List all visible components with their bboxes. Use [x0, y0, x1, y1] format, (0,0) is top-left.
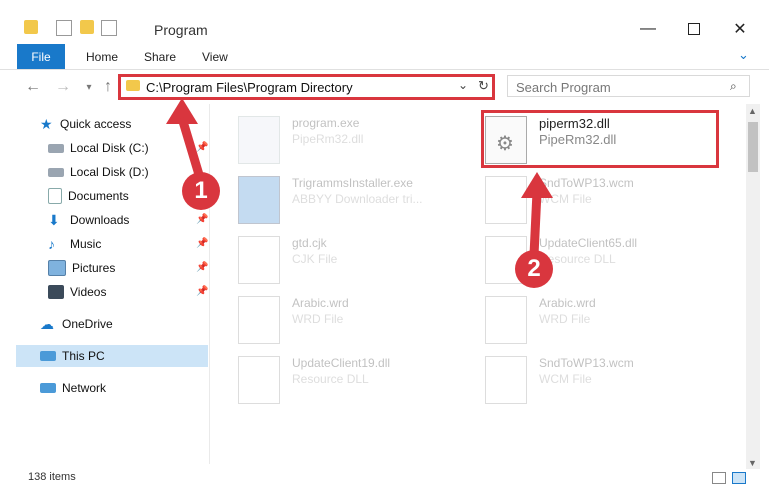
- arrow-1-shaft: [177, 116, 205, 180]
- annotation-arrows: [166, 98, 553, 256]
- step-1-badge: 1: [182, 172, 220, 210]
- arrow-2-shaft: [529, 191, 542, 256]
- step-2-badge: 2: [515, 250, 553, 288]
